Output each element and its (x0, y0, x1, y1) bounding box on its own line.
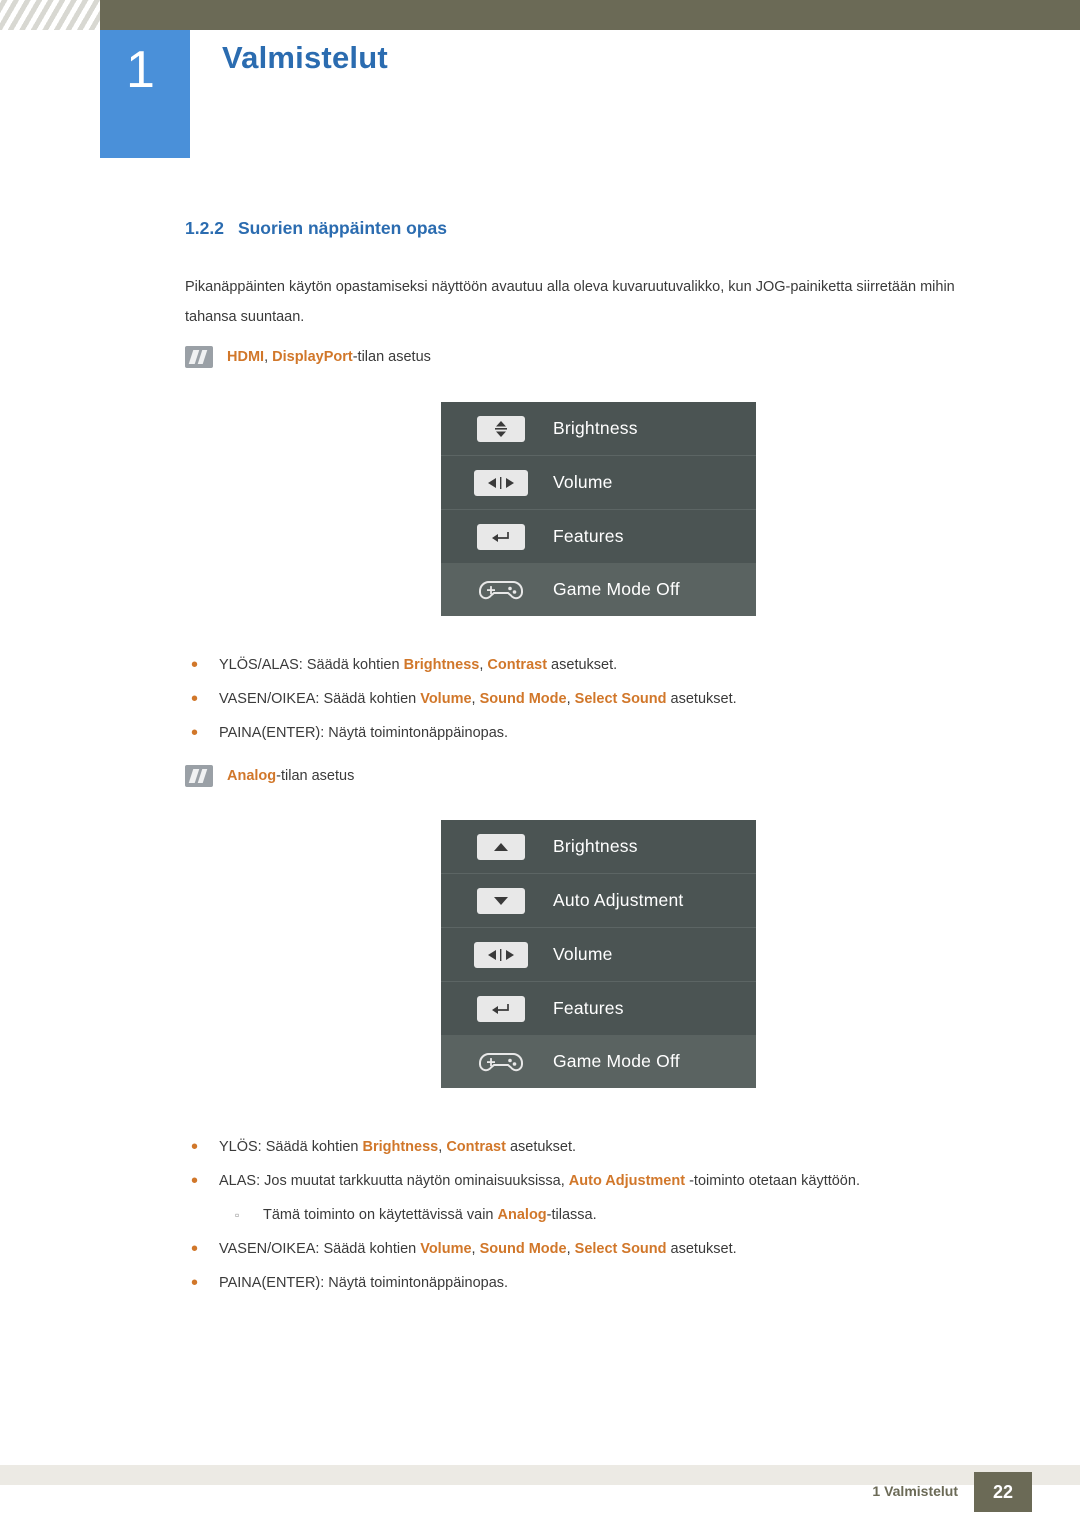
list-item: • ALAS: Jos muutat tarkkuutta näytön omi… (185, 1164, 1025, 1198)
bullet-text: VASEN/OIKEA: Säädä kohtien Volume, Sound… (219, 691, 737, 707)
left-right-arrow-icon (471, 941, 531, 968)
section-number: 1.2.2 (185, 218, 224, 238)
osd-label: Features (553, 998, 624, 1018)
bullet-text: YLÖS/ALAS: Säädä kohtien Brightness, Con… (219, 657, 618, 673)
bullet-text: VASEN/OIKEA: Säädä kohtien Volume, Sound… (219, 1241, 737, 1257)
list-item: • PAINA(ENTER): Näytä toimintonäppäinopa… (185, 1266, 1025, 1300)
chapter-title: Valmistelut (222, 40, 388, 75)
bullet-square: ▫ (235, 1208, 240, 1222)
bullet-dot: • (191, 654, 199, 676)
osd-row-brightness[interactable]: Brightness (441, 820, 756, 873)
bullet-list-hdmi: • YLÖS/ALAS: Säädä kohtien Brightness, C… (185, 648, 1025, 750)
note-displayport-label: DisplayPort (272, 349, 353, 365)
note-hdmi-displayport: HDMI, DisplayPort-tilan asetus (185, 346, 431, 368)
bullet-dot: • (191, 1272, 199, 1294)
up-down-arrow-icon (471, 415, 531, 442)
gamepad-icon (471, 1047, 531, 1077)
bullet-text: YLÖS: Säädä kohtien Brightness, Contrast… (219, 1139, 577, 1155)
osd-row-volume[interactable]: Volume (441, 456, 756, 509)
osd-label: Brightness (553, 418, 638, 438)
enter-arrow-icon (471, 523, 531, 550)
osd-row-features[interactable]: Features (441, 982, 756, 1035)
osd-menu-analog: Brightness Auto Adjustment Volume Featur… (441, 820, 756, 1088)
bullet-text: Tämä toiminto on käytettävissä vain Anal… (263, 1207, 597, 1223)
down-arrow-icon (471, 887, 531, 914)
note-icon (185, 346, 213, 368)
bullet-dot: • (191, 1136, 199, 1158)
intro-paragraph: Pikanäppäinten käytön opastamiseksi näyt… (185, 279, 955, 325)
note-hdmi-label: HDMI (227, 349, 265, 365)
note-hdmi-text: HDMI, DisplayPort-tilan asetus (227, 349, 431, 365)
note-analog: Analog-tilan asetus (185, 765, 354, 787)
note-analog-suffix: -tilan asetus (276, 768, 355, 784)
osd-row-game-mode[interactable]: Game Mode Off (441, 563, 756, 616)
note-icon (185, 765, 213, 787)
osd-label: Features (553, 526, 624, 546)
up-arrow-icon (471, 833, 531, 860)
osd-label: Game Mode Off (553, 1051, 680, 1071)
osd-row-brightness[interactable]: Brightness (441, 402, 756, 455)
osd-label: Volume (553, 944, 613, 964)
note-separator: , (264, 349, 273, 365)
bullet-text: PAINA(ENTER): Näytä toimintonäppäinopas. (219, 725, 509, 741)
bullet-list-analog: • YLÖS: Säädä kohtien Brightness, Contra… (185, 1130, 1025, 1300)
section-title-text: Suorien näppäinten opas (237, 218, 447, 238)
bullet-text: PAINA(ENTER): Näytä toimintonäppäinopas. (219, 1275, 509, 1291)
osd-menu-hdmi: Brightness Volume Features Game Mode Off (441, 402, 756, 616)
chapter-number: 1 (126, 41, 155, 99)
page-number-badge: 22 (974, 1472, 1032, 1512)
bullet-dot: • (191, 688, 199, 710)
osd-label: Brightness (553, 836, 638, 856)
chapter-badge: 1 (100, 30, 190, 158)
footer-chapter-label: 1 Valmistelut (872, 1483, 958, 1499)
list-item: • PAINA(ENTER): Näytä toimintonäppäinopa… (185, 716, 1025, 750)
note-analog-label: Analog (227, 768, 277, 784)
bullet-dot: • (191, 1238, 199, 1260)
osd-label: Auto Adjustment (553, 890, 684, 910)
section-heading: 1.2.2 Suorien näppäinten opas (185, 218, 447, 239)
bullet-dot: • (191, 722, 199, 744)
enter-arrow-icon (471, 995, 531, 1022)
note-analog-text: Analog-tilan asetus (227, 768, 354, 784)
header-hatch-decoration (0, 0, 100, 30)
list-item: • VASEN/OIKEA: Säädä kohtien Volume, Sou… (185, 682, 1025, 716)
osd-row-game-mode[interactable]: Game Mode Off (441, 1035, 756, 1088)
footer-bar (0, 1465, 1080, 1485)
gamepad-icon (471, 575, 531, 605)
osd-row-features[interactable]: Features (441, 510, 756, 563)
osd-label: Volume (553, 472, 613, 492)
left-right-arrow-icon (471, 469, 531, 496)
list-item: • VASEN/OIKEA: Säädä kohtien Volume, Sou… (185, 1232, 1025, 1266)
bullet-text: ALAS: Jos muutat tarkkuutta näytön omina… (219, 1173, 860, 1189)
note-hdmi-suffix: -tilan asetus (352, 349, 431, 365)
page-header-bar (0, 0, 1080, 30)
osd-row-volume[interactable]: Volume (441, 928, 756, 981)
list-item-sub: ▫ Tämä toiminto on käytettävissä vain An… (185, 1198, 1025, 1232)
list-item: • YLÖS/ALAS: Säädä kohtien Brightness, C… (185, 648, 1025, 682)
bullet-dot: • (191, 1170, 199, 1192)
osd-row-auto-adjustment[interactable]: Auto Adjustment (441, 874, 756, 927)
osd-label: Game Mode Off (553, 579, 680, 599)
list-item: • YLÖS: Säädä kohtien Brightness, Contra… (185, 1130, 1025, 1164)
